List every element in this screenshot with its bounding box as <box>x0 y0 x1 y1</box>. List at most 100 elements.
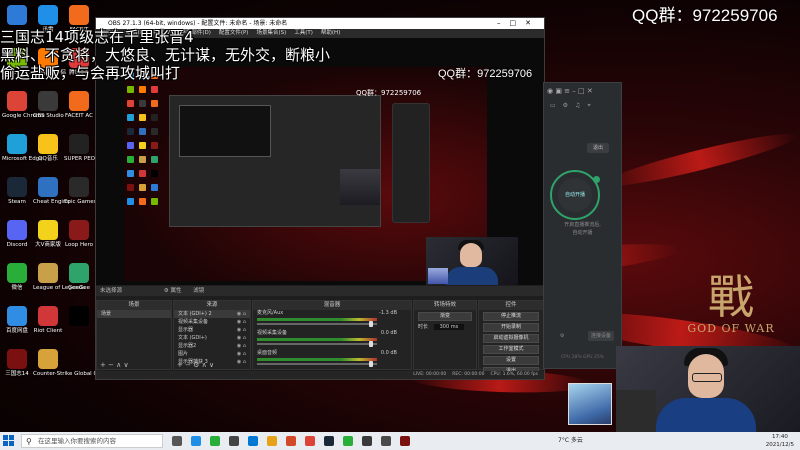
taskbar-app-icon[interactable] <box>248 436 258 446</box>
taskbar-clock[interactable]: 17:40 2021/12/5 <box>766 433 794 449</box>
taskbar-app-icon[interactable] <box>267 436 277 446</box>
control-button[interactable]: 工作室模式 <box>483 345 539 354</box>
taskbar-app-icon[interactable] <box>229 436 239 446</box>
window-controls[interactable]: –□✕ <box>497 18 540 29</box>
taskbar-app-icon[interactable] <box>305 436 315 446</box>
volume-fader[interactable] <box>257 341 377 347</box>
duration-input[interactable]: 300 ms <box>433 324 465 330</box>
taskbar-app-icon[interactable] <box>191 436 201 446</box>
mixer-channel[interactable]: 视频采集设备 0.0 dB <box>253 330 411 350</box>
mini-desktop-icon <box>139 86 146 93</box>
desktop-icon[interactable]: Riot Client <box>33 306 63 335</box>
mini-desktop-icon <box>139 114 146 121</box>
source-item[interactable]: 文本 (GDI+) ◉ ⌂ <box>174 334 250 342</box>
volume-meter <box>257 338 377 341</box>
source-item[interactable]: 图片 ◉ ⌂ <box>174 350 250 358</box>
properties-button[interactable]: ⚙ 属性 <box>164 288 182 294</box>
controls-dock[interactable]: 控件 停止推流开始录制启动虚拟摄像机工作室模式设置退出 <box>478 300 544 376</box>
app-icon <box>7 349 27 369</box>
clock-time: 17:40 <box>771 434 788 440</box>
search-placeholder: 在这里输入你要搜索的内容 <box>38 437 116 445</box>
auto-start-button[interactable]: 自动开播 <box>550 170 600 220</box>
mini-desktop-icon <box>151 198 158 205</box>
desktop-icon[interactable]: Epic Games Launcher <box>64 177 124 206</box>
mixer-channel[interactable]: 麦克风/Aux -1.3 dB <box>253 310 411 330</box>
qq-panel-icons[interactable]: ▭⚙♫⌖ <box>544 99 621 113</box>
eye-lock-icon[interactable]: ◉ ⌂ <box>237 350 246 358</box>
desktop-icon[interactable]: SUPER PEOPLE CBT <box>64 134 118 163</box>
desktop-icon[interactable]: OBS Studio <box>33 91 64 120</box>
qq-live-panel[interactable]: ◉ ▣ ≡ – □ ✕ ▭⚙♫⌖ 退出 自动开播 开启直播推流后, 自动开播 ⚙… <box>543 82 622 369</box>
taskbar-search[interactable]: ⚲ 在这里输入你要搜索的内容 <box>21 434 163 448</box>
desktop-icon[interactable]: QQ音乐 <box>33 134 63 163</box>
mixer-channel[interactable]: 桌面音频 0.0 dB <box>253 350 411 370</box>
desktop-icon[interactable]: 百度网盘 <box>2 306 32 335</box>
taskbar-app-icon[interactable] <box>362 436 372 446</box>
desktop-icon[interactable]: Google Chrome <box>2 91 45 120</box>
scenes-dock[interactable]: 场景 场景 + − ∧ ∨ <box>96 300 172 370</box>
nested-obs-preview <box>179 105 271 157</box>
source-item[interactable]: 显示器 ◉ ⌂ <box>174 326 250 334</box>
transition-select[interactable]: 渐变 <box>418 312 472 321</box>
mini-desktop-icon <box>139 170 146 177</box>
desktop-icon-label: Cheat Engine <box>33 199 70 205</box>
eye-lock-icon[interactable]: ◉ ⌂ <box>237 318 246 326</box>
connect-device-button[interactable]: 连接设备 <box>588 331 614 341</box>
filters-button[interactable]: 滤镜 <box>193 288 204 294</box>
eye-lock-icon[interactable]: ◉ ⌂ <box>237 342 246 350</box>
desktop-icon-label: League of Legends <box>33 285 85 291</box>
source-name: 文本 (GDI+) 2 <box>178 311 212 317</box>
taskbar-app-icon[interactable] <box>381 436 391 446</box>
desktop-icon[interactable]: FACEIT AC <box>64 91 94 120</box>
overlay-line: 偷运盐贩，与会再攻城叫打 <box>0 64 181 82</box>
desktop-icon[interactable]: Steam <box>2 177 32 206</box>
control-button[interactable]: 停止推流 <box>483 312 539 321</box>
qq-panel-titlebar[interactable]: ◉ ▣ ≡ – □ ✕ <box>544 83 621 99</box>
desktop-icon[interactable]: 微信 <box>2 263 32 292</box>
taskbar-app-icon[interactable] <box>400 436 410 446</box>
weather-tray[interactable]: 7°C 多云 <box>558 436 583 446</box>
eye-lock-icon[interactable]: ◉ ⌂ <box>237 310 246 318</box>
desktop-icon[interactable]: 三国志14 <box>2 349 32 378</box>
windows-start-icon[interactable] <box>3 435 15 447</box>
scenes-toolbar[interactable]: + − ∧ ∨ <box>97 361 171 369</box>
desktop-icon[interactable]: Cheat Engine <box>33 177 70 206</box>
desktop-icon[interactable] <box>64 306 94 328</box>
sources-dock[interactable]: 来源 文本 (GDI+) 2 ◉ ⌂ 视频采集设备 ◉ ⌂ 显示器 ◉ ⌂ 文本 (GDI+… <box>173 300 251 370</box>
controls-header: 控件 <box>479 301 543 310</box>
control-button[interactable]: 设置 <box>483 356 539 365</box>
taskbar-app-icon[interactable] <box>343 436 353 446</box>
source-item[interactable]: 显示器2 ◉ ⌂ <box>174 342 250 350</box>
app-icon <box>38 349 58 369</box>
desktop-icon[interactable]: 大V商家版 <box>33 220 63 249</box>
taskbar-app-icon[interactable] <box>172 436 182 446</box>
transitions-dock[interactable]: 转场特效 渐变 时长 300 ms <box>413 300 477 370</box>
eye-lock-icon[interactable]: ◉ ⌂ <box>237 326 246 334</box>
desktop-icon[interactable] <box>2 5 32 27</box>
source-item[interactable]: 视频采集设备 ◉ ⌂ <box>174 318 250 326</box>
desktop-icon[interactable]: Discord <box>2 220 32 249</box>
taskbar: ⚲ 在这里输入你要搜索的内容 7°C 多云 17:40 2021/12/5 <box>0 432 800 450</box>
eye-lock-icon[interactable]: ◉ ⌂ <box>237 334 246 342</box>
qq-logout-button[interactable]: 退出 <box>587 143 609 153</box>
app-icon <box>69 263 89 283</box>
taskbar-app-icon[interactable] <box>210 436 220 446</box>
volume-fader[interactable] <box>257 321 377 327</box>
taskbar-app-icon[interactable] <box>286 436 296 446</box>
desktop-icon[interactable]: Microsoft Edge <box>2 134 43 163</box>
sources-toolbar[interactable]: + − ⚙ ∧ ∨ <box>174 361 250 369</box>
volume-fader[interactable] <box>257 361 377 367</box>
scene-item[interactable]: 场景 <box>97 310 171 318</box>
desktop-icon[interactable]: Loop Hero <box>64 220 94 249</box>
mixer-dock[interactable]: 混音器 麦克风/Aux -1.3 dB 视频采集设备 0.0 dB 桌面音频 0.0 dB <box>252 300 412 370</box>
desktop-icon[interactable]: Counter-Strike Global Off... <box>33 349 107 378</box>
desktop-icon[interactable]: GeeGee <box>64 263 94 292</box>
source-item[interactable]: 文本 (GDI+) 2 ◉ ⌂ <box>174 310 250 318</box>
control-button[interactable]: 启动虚拟摄像机 <box>483 334 539 343</box>
control-button[interactable]: 开始录制 <box>483 323 539 332</box>
gear-icon[interactable]: ⚙ <box>560 333 564 339</box>
desktop-icon[interactable]: League of Legends <box>33 263 85 292</box>
transitions-header: 转场特效 <box>414 301 476 310</box>
taskbar-app-icon[interactable] <box>324 436 334 446</box>
channel-db: 0.0 dB <box>380 350 397 356</box>
